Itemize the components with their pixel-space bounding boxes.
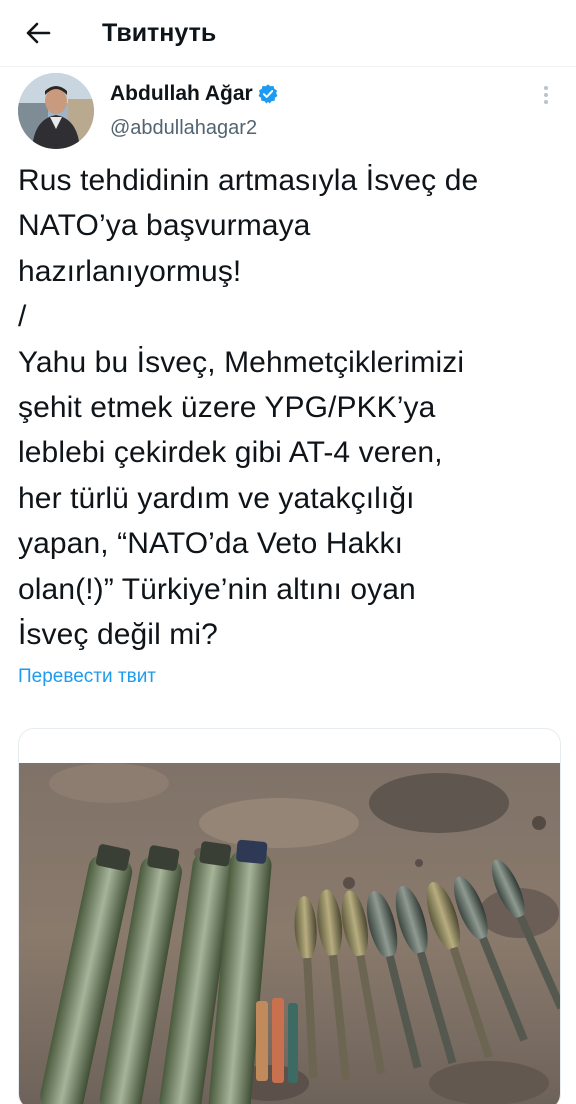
- avatar[interactable]: [18, 73, 94, 149]
- more-dot: [544, 100, 548, 104]
- avatar-photo: [18, 73, 94, 149]
- tweet-media[interactable]: [18, 728, 561, 1104]
- back-button[interactable]: [22, 17, 54, 49]
- author-name[interactable]: Abdullah Ağar: [110, 80, 253, 108]
- photo-weapons: [19, 763, 560, 1104]
- top-app-bar: Твитнуть: [0, 0, 576, 67]
- more-options-button[interactable]: [534, 80, 558, 110]
- translate-tweet-link[interactable]: Перевести твит: [18, 664, 156, 690]
- tweet-page: Твитнуть Abdullah Ağar @abdullahagar2 Ru…: [0, 0, 576, 1104]
- verified-badge-icon: [257, 83, 279, 105]
- arrow-left-icon: [26, 22, 51, 44]
- page-title: Твитнуть: [102, 19, 217, 47]
- more-dot: [544, 93, 548, 97]
- tweet-text: Rus tehdidinin artmasıyla İsveç de NATO’…: [18, 164, 479, 652]
- author-handle[interactable]: @abdullahagar2: [110, 115, 257, 141]
- more-dots-icon: [544, 86, 548, 90]
- author-name-row[interactable]: Abdullah Ağar: [110, 80, 279, 108]
